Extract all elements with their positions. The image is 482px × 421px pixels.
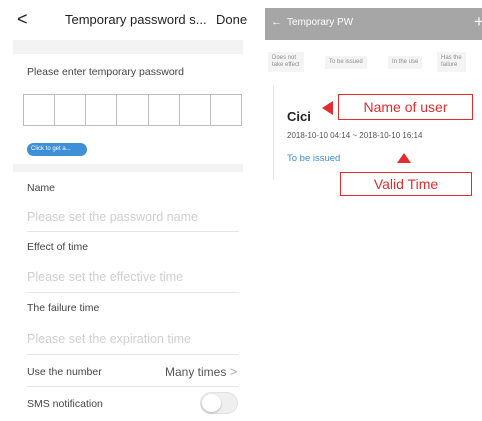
password-digit-box[interactable] — [211, 95, 241, 125]
tab-label-line: In the use — [392, 59, 419, 65]
use-number-selector[interactable]: Many times > — [165, 364, 237, 379]
tab-to-be-issued[interactable]: To be issued — [325, 56, 367, 69]
valid-time-range: 2018-10-10 04:14 ~ 2018-10-10 16:14 — [287, 131, 423, 140]
tab-label-line: To be issued — [329, 59, 363, 65]
divider — [27, 354, 239, 355]
password-prompt-label: Please enter temporary password — [27, 66, 184, 78]
tab-not-effective[interactable]: Does not take effect — [268, 52, 304, 72]
name-annotation-arrow — [322, 101, 333, 115]
effect-time-label: Effect of time — [27, 241, 89, 253]
nav-header: ← Temporary PW + — [265, 8, 482, 40]
password-digit-boxes[interactable] — [23, 94, 242, 126]
chevron-right-icon: > — [229, 364, 238, 379]
arrow-left-icon[interactable]: ← — [271, 16, 282, 28]
done-button[interactable]: Done — [216, 12, 247, 27]
sms-notification-label: SMS notification — [27, 398, 103, 410]
nav-header: < Temporary password s... Done — [0, 0, 255, 40]
section-separator — [13, 40, 243, 54]
time-annotation-arrow — [397, 153, 411, 163]
password-digit-box[interactable] — [180, 95, 211, 125]
tab-label-line: Has the — [441, 55, 462, 61]
effective-time-input[interactable] — [27, 267, 239, 287]
divider — [27, 292, 239, 293]
temporary-password-list-screen: ← Temporary PW + Does not take effect To… — [265, 0, 482, 421]
sms-notification-toggle[interactable] — [200, 392, 238, 414]
temporary-password-form-screen: < Temporary password s... Done Please en… — [0, 0, 255, 421]
status-tabs: Does not take effect To be issued In the… — [265, 52, 482, 80]
use-number-value: Many times — [165, 365, 227, 379]
name-of-user-callout: Name of user — [338, 94, 473, 120]
chevron-left-icon[interactable]: < — [17, 9, 28, 29]
divider — [27, 231, 239, 232]
page-title: Temporary PW — [287, 17, 354, 28]
password-name-input[interactable] — [27, 207, 239, 227]
name-label: Name — [27, 182, 56, 194]
status-label: To be issued — [287, 153, 341, 164]
password-digit-box[interactable] — [86, 95, 118, 125]
page-title: Temporary password s... — [65, 12, 207, 27]
tab-label-line: failure — [441, 62, 458, 68]
tab-label-line: take effect — [272, 62, 300, 68]
toggle-knob — [202, 394, 221, 412]
tab-label-line: Does not — [272, 55, 297, 61]
user-name: Cici — [287, 109, 311, 124]
tab-in-use[interactable]: In the use — [388, 56, 423, 69]
section-separator — [13, 164, 243, 172]
password-digit-box[interactable] — [55, 95, 87, 125]
password-digit-box[interactable] — [149, 95, 180, 125]
expiration-time-input[interactable] — [27, 329, 239, 349]
use-number-label: Use the number — [27, 366, 102, 378]
failure-time-label: The failure time — [27, 302, 100, 314]
plus-icon[interactable]: + — [474, 12, 482, 32]
valid-time-callout: Valid Time — [340, 172, 472, 196]
divider — [27, 386, 239, 387]
get-password-button[interactable]: Click to get a... — [27, 143, 87, 156]
password-digit-box[interactable] — [117, 95, 149, 125]
password-digit-box[interactable] — [24, 95, 56, 125]
tab-failed[interactable]: Has the failure — [437, 52, 466, 72]
